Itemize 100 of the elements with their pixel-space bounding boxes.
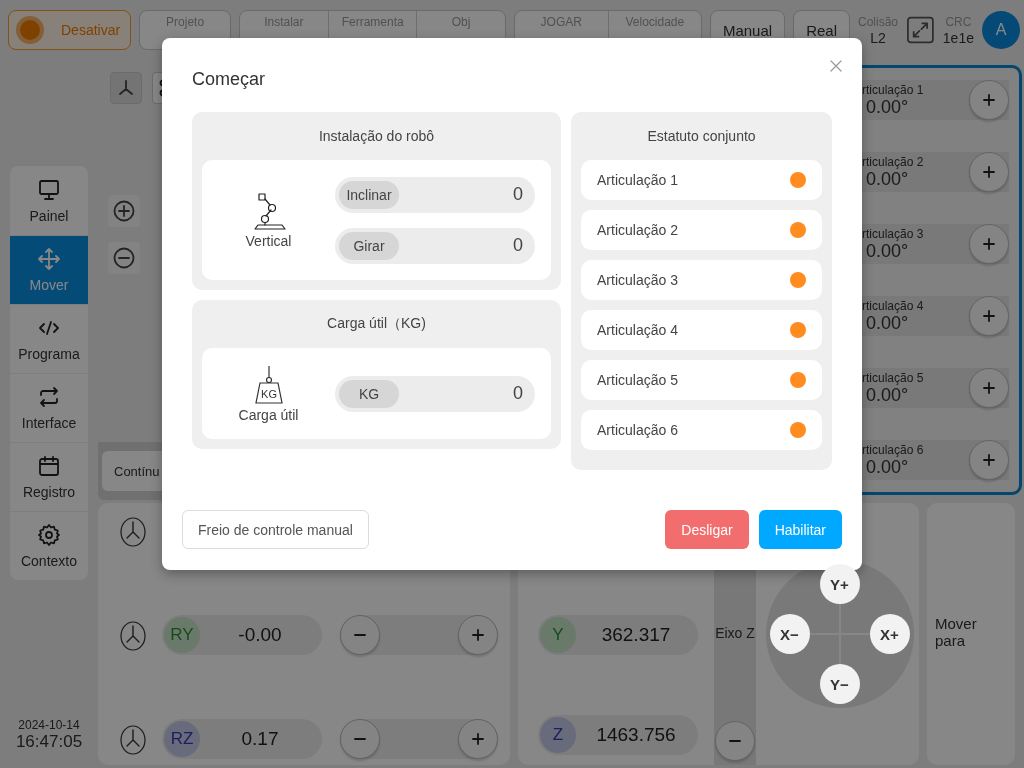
joint-angle: 0.00°: [865, 97, 910, 117]
joint-name: rticulação 2: [862, 155, 925, 169]
gear-icon: [37, 523, 61, 547]
joint-name: Articulação 1: [597, 172, 678, 188]
joint-name: rticulação 4: [862, 299, 925, 313]
axis-badge: Y: [540, 617, 576, 653]
nav-item[interactable]: Mover: [10, 235, 88, 304]
plus-icon: [982, 309, 996, 323]
plus-icon: [982, 93, 996, 107]
view-button[interactable]: [110, 72, 142, 104]
plus-button[interactable]: [969, 80, 1009, 120]
monitor-icon: [37, 177, 61, 202]
enable-button[interactable]: Habilitar: [758, 510, 842, 549]
zoom-out-icon: [113, 247, 135, 269]
field-tag: Girar: [339, 231, 399, 260]
field-value: 0: [512, 184, 523, 205]
joint-angle: 0.00°: [865, 457, 910, 477]
axes-icon: [116, 78, 136, 98]
rotation-axis-icon: [118, 514, 148, 548]
zoom-in-button[interactable]: [108, 195, 140, 227]
axis-badge: RZ: [164, 721, 200, 757]
plus-button[interactable]: [458, 615, 498, 655]
card-title: Carga útil（KG): [326, 314, 427, 333]
zoom-out-button[interactable]: [108, 242, 140, 274]
jog-button[interactable]: X−: [769, 614, 810, 654]
plus-button[interactable]: [969, 440, 1009, 480]
swap-arrows-icon: [37, 385, 61, 409]
expand-icon[interactable]: [906, 15, 935, 45]
brake-button[interactable]: Freio de controle manual: [182, 510, 369, 549]
joint-angle: 0.00°: [865, 241, 910, 261]
joint-name: rticulação 5: [862, 371, 925, 385]
icon-caption: Carga útil: [238, 406, 299, 423]
axis-value: 0.17: [240, 728, 280, 750]
axis-value: -0.00: [237, 624, 283, 646]
status-value: L2: [870, 30, 886, 46]
axis-badge: Z: [540, 717, 576, 753]
joint-name: Articulação 3: [597, 272, 678, 288]
dialog-title: Começar: [192, 68, 267, 90]
rotation-axis-icon: [118, 618, 148, 652]
rotation-axis-icon: [118, 722, 148, 756]
power-off-button[interactable]: Desligar: [665, 510, 749, 549]
nav-item[interactable]: Interface: [10, 373, 88, 442]
jog-button[interactable]: Y+: [819, 564, 860, 604]
nav-item[interactable]: Painel: [10, 166, 88, 235]
plus-button[interactable]: [969, 224, 1009, 264]
joint-name: rticulação 6: [862, 443, 925, 457]
plus-icon: [982, 165, 996, 179]
plus-button[interactable]: [969, 296, 1009, 336]
number-field[interactable]: KG 0: [335, 375, 535, 412]
number-field[interactable]: Girar 0: [335, 227, 535, 264]
nav-label: Programa: [18, 346, 80, 362]
joint-name: Articulação 4: [597, 322, 678, 338]
plus-icon: [982, 453, 996, 467]
close-icon[interactable]: [830, 60, 842, 72]
joint-name: rticulação 1: [862, 83, 925, 97]
field-tag: Inclinar: [339, 180, 399, 209]
joint-angle: 0.00°: [865, 313, 910, 333]
nav-label: Registro: [22, 484, 76, 500]
joint-angle: 0.00°: [865, 169, 910, 189]
date-text: 2024-10-14: [18, 718, 80, 732]
field-value: 0: [512, 235, 523, 256]
nav-item[interactable]: Registro: [10, 442, 88, 511]
move-icon: [37, 247, 61, 271]
nav-label: Mover: [29, 277, 69, 293]
jog-button[interactable]: Y−: [819, 664, 860, 704]
nav-item[interactable]: Programa: [10, 304, 88, 373]
user-avatar[interactable]: A: [982, 11, 1020, 49]
joint-name: Articulação 2: [597, 222, 678, 238]
card-title: Estatuto conjunto: [646, 127, 757, 146]
joint-angle: 0.00°: [865, 385, 910, 405]
axis-value: 1463.756: [595, 724, 677, 746]
joint-name: Articulação 5: [597, 372, 678, 388]
nav-item[interactable]: Contexto: [10, 511, 88, 580]
number-field[interactable]: Inclinar 0: [335, 176, 535, 213]
field-tag: KG: [339, 379, 399, 408]
plus-button[interactable]: [969, 152, 1009, 192]
plus-icon: [471, 732, 485, 746]
icon-caption: Vertical: [245, 233, 292, 249]
jog-button[interactable]: X+: [869, 614, 910, 654]
axis-badge: RY: [164, 617, 200, 653]
nav-label: Interface: [21, 415, 77, 431]
move-to-button[interactable]: Mover para: [927, 503, 1015, 765]
time-text: 16:47:05: [15, 732, 83, 752]
nav-label: Contexto: [20, 553, 77, 569]
plus-button[interactable]: [969, 368, 1009, 408]
joint-name: Articulação 6: [597, 422, 678, 438]
plus-icon: [982, 237, 996, 251]
nav-label: Painel: [29, 207, 69, 224]
field-value: 0: [512, 383, 523, 404]
plus-icon: [471, 628, 485, 642]
plus-icon: [982, 381, 996, 395]
zoom-in-icon: [113, 200, 135, 222]
power-indicator-icon: [15, 15, 45, 45]
axis-value: 362.317: [600, 624, 672, 646]
joint-name: rticulação 3: [862, 227, 925, 241]
card-title: Instalação do robô: [317, 127, 436, 146]
plus-button[interactable]: [458, 719, 498, 759]
axis-label: Eixo Z: [715, 625, 755, 641]
status-value: 1e1e: [942, 30, 974, 46]
calendar-icon: [37, 454, 61, 478]
